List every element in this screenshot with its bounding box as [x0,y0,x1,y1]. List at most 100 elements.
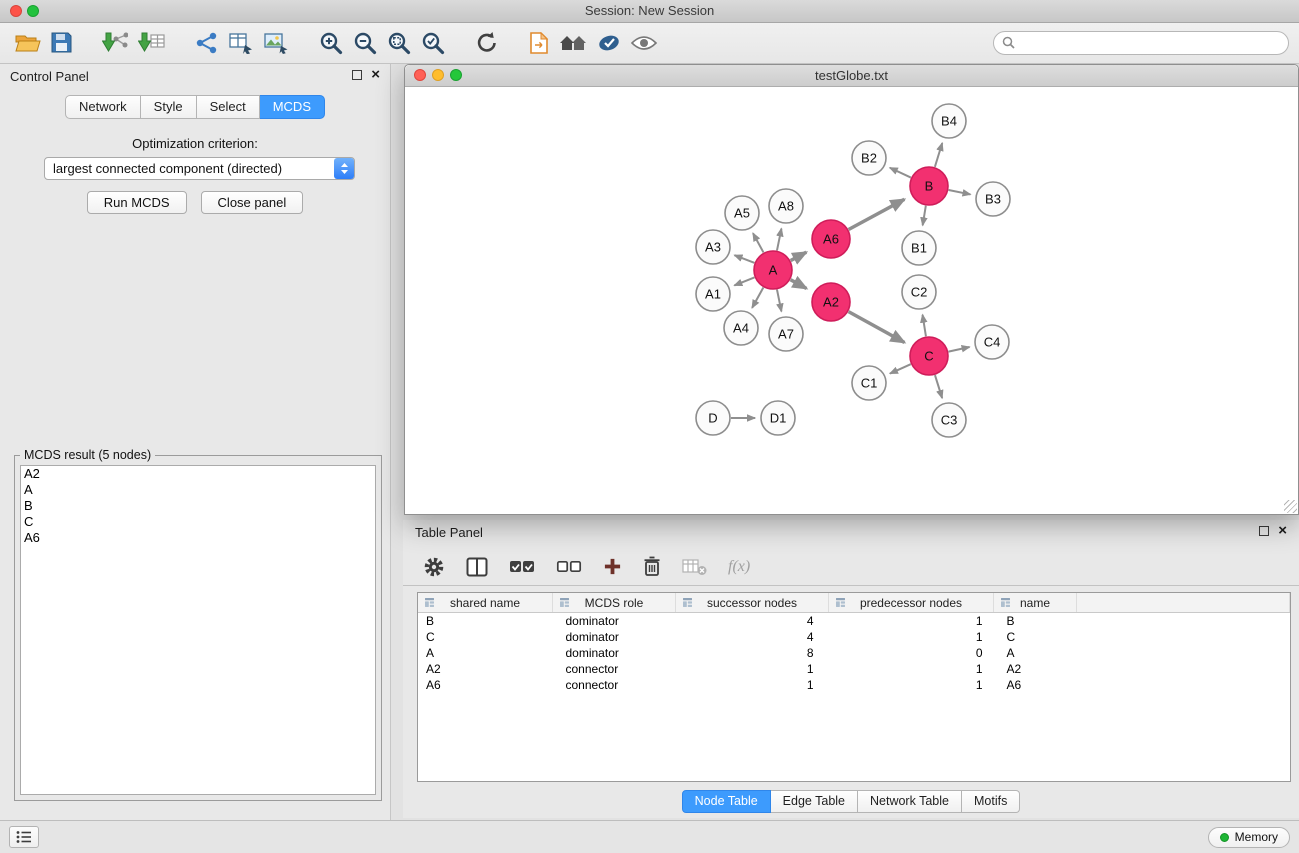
zoom-selected-button[interactable] [416,28,450,58]
graph-edge-C-C3[interactable] [935,375,942,398]
search-input[interactable] [1020,34,1280,51]
table-row[interactable]: A2connector11A2 [418,661,1290,677]
table-row[interactable]: A6connector11A6 [418,677,1290,693]
close-panel-button[interactable]: Close panel [201,191,304,214]
tab-select[interactable]: Select [197,95,260,119]
run-mcds-button[interactable]: Run MCDS [87,191,187,214]
graph-edge-A-A8[interactable] [777,229,781,251]
function-builder-button[interactable]: f(x) [728,558,750,576]
resize-handle[interactable] [1284,500,1297,513]
export-table-button[interactable] [224,29,259,57]
table-settings-button[interactable] [423,556,445,578]
graph-edge-A-A4[interactable] [752,288,763,308]
graph-edge-A2-C[interactable] [849,312,905,343]
result-list-item[interactable]: A [21,482,375,498]
show-hide-button[interactable] [626,31,662,55]
delete-column-button[interactable] [643,556,661,577]
network-manager-button[interactable] [190,29,224,57]
table-tab-motifs[interactable]: Motifs [962,790,1020,813]
graph-node-B3[interactable]: B3 [976,182,1010,216]
graph-node-A3[interactable]: A3 [696,230,730,264]
graph-node-C1[interactable]: C1 [852,366,886,400]
graph-edge-B-B3[interactable] [949,190,971,194]
table-tab-network-table[interactable]: Network Table [858,790,962,813]
graph-node-A6[interactable]: A6 [812,220,850,258]
graph-node-B4[interactable]: B4 [932,104,966,138]
column-header-successor-nodes[interactable]: successor nodes [676,593,829,613]
zoom-out-button[interactable] [348,28,382,58]
graph-node-B2[interactable]: B2 [852,141,886,175]
graph-edge-A-A5[interactable] [753,233,763,252]
table-row[interactable]: Cdominator41C [418,629,1290,645]
graph-edge-A-A3[interactable] [734,255,754,263]
tab-style[interactable]: Style [141,95,197,119]
graph-node-B[interactable]: B [910,167,948,205]
graph-node-A1[interactable]: A1 [696,277,730,311]
status-list-button[interactable] [9,826,39,848]
graph-node-D1[interactable]: D1 [761,401,795,435]
export-image-button[interactable] [259,29,294,57]
open-session-button[interactable] [10,30,46,56]
result-list-item[interactable]: B [21,498,375,514]
graph-edge-A-A2[interactable] [791,280,807,289]
table-tab-edge-table[interactable]: Edge Table [771,790,858,813]
table-tab-node-table[interactable]: Node Table [682,790,771,813]
table-row[interactable]: Bdominator41B [418,613,1290,630]
result-list-item[interactable]: A6 [21,530,375,546]
graph-node-A5[interactable]: A5 [725,196,759,230]
graph-node-A7[interactable]: A7 [769,317,803,351]
add-column-button[interactable] [603,557,622,576]
close-panel-icon[interactable]: × [371,70,380,80]
tab-mcds[interactable]: MCDS [260,95,325,119]
float-table-panel-icon[interactable] [1259,526,1269,536]
zoom-in-button[interactable] [314,28,348,58]
column-header-MCDS-role[interactable]: MCDS role [553,593,676,613]
graph-node-A2[interactable]: A2 [812,283,850,321]
import-network-button[interactable] [97,29,133,56]
network-window-titlebar[interactable]: testGlobe.txt [405,65,1298,87]
memory-button[interactable]: Memory [1208,827,1290,848]
column-header-predecessor-nodes[interactable]: predecessor nodes [829,593,994,613]
graph-edge-A-A7[interactable] [777,290,781,312]
apply-layout-button[interactable] [592,29,626,57]
graph-node-C3[interactable]: C3 [932,403,966,437]
unselect-all-button[interactable] [556,559,582,575]
show-column-button[interactable] [466,557,488,577]
result-list-item[interactable]: A2 [21,466,375,482]
column-header-name[interactable]: name [994,593,1077,613]
graph-edge-A-A6[interactable] [791,252,807,260]
graph-node-A8[interactable]: A8 [769,189,803,223]
open-document-button[interactable] [524,29,554,57]
refresh-view-button[interactable] [470,28,504,58]
table-row[interactable]: Adominator80A [418,645,1290,661]
graph-edge-C-C2[interactable] [923,315,926,337]
graph-node-C4[interactable]: C4 [975,325,1009,359]
select-all-button[interactable] [509,559,535,575]
graph-edge-B-B1[interactable] [923,206,926,226]
optimization-criterion-dropdown[interactable]: largest connected component (directed) [44,157,355,180]
graph-edge-A-A1[interactable] [734,277,754,285]
close-table-panel-icon[interactable]: × [1278,526,1287,536]
graph-edge-A6-B[interactable] [849,199,905,229]
network-canvas[interactable]: B4 B2 B B3 A8 A5 A6 A3 B1 A C2 A1 A2 A4 A7 C4 C C1 C3 D D1 [406,87,1297,514]
graph-edge-C-C1[interactable] [890,364,911,373]
first-neighbors-button[interactable] [554,30,592,56]
graph-node-C2[interactable]: C2 [902,275,936,309]
graph-node-D[interactable]: D [696,401,730,435]
graph-node-A4[interactable]: A4 [724,311,758,345]
memory-label: Memory [1235,830,1278,844]
column-header-shared-name[interactable]: shared name [418,593,553,613]
zoom-fit-button[interactable] [382,28,416,58]
graph-edge-B-B4[interactable] [935,143,942,167]
graph-node-B1[interactable]: B1 [902,231,936,265]
graph-edge-C-C4[interactable] [949,347,970,352]
graph-node-C[interactable]: C [910,337,948,375]
save-session-button[interactable] [46,29,77,56]
graph-edge-B-B2[interactable] [890,168,911,178]
delete-table-button[interactable] [682,558,707,576]
graph-node-A[interactable]: A [754,251,792,289]
float-panel-icon[interactable] [352,70,362,80]
tab-network[interactable]: Network [65,95,141,119]
result-list-item[interactable]: C [21,514,375,530]
import-table-button[interactable] [133,29,170,56]
